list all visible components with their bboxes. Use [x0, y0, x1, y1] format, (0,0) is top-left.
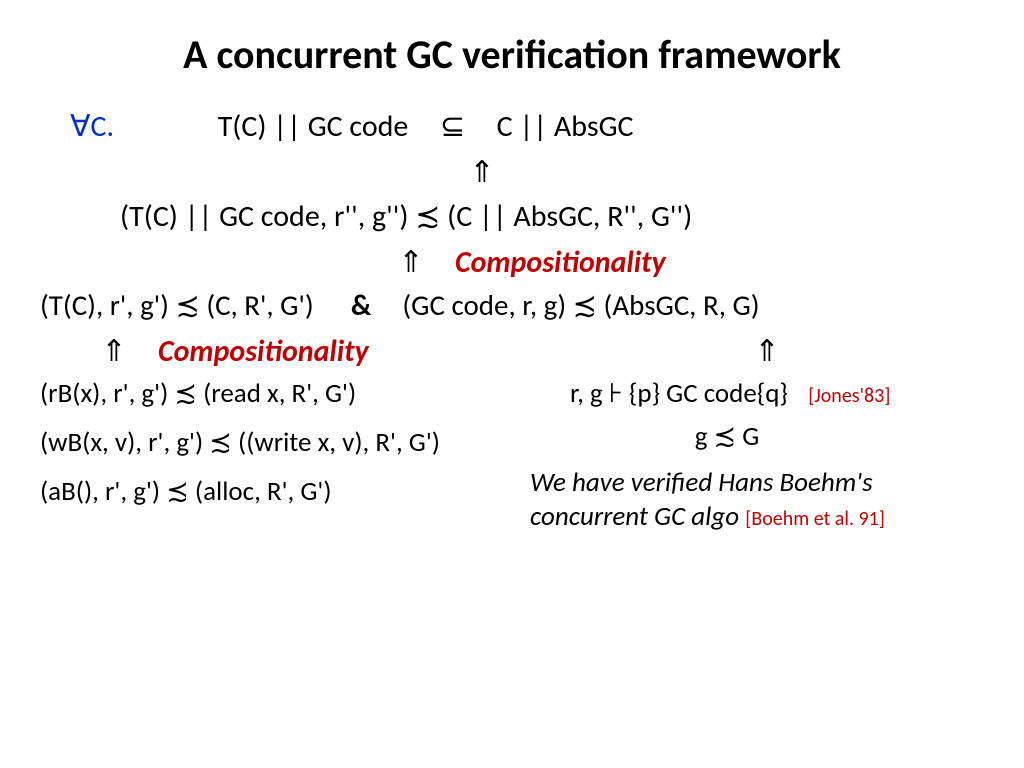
- gG-line: g ≾ G: [530, 419, 984, 454]
- line1-lhs: T(C) || GC code: [218, 108, 409, 145]
- rg-text: r, g ⊦ {p} GC code{q}: [570, 377, 788, 410]
- line-3: (T(C), r', g') ≾ (C, R', G') & (GC code,…: [40, 287, 984, 325]
- up-arrow-4: ⇑: [754, 333, 779, 370]
- ampersand: &: [351, 287, 371, 323]
- right-column: r, g ⊦ {p} GC code{q} [Jones'83] g ≾ G W…: [530, 376, 984, 534]
- left-column: (rB(x), r', g') ≾ (read x, R', G') (wB(x…: [40, 376, 500, 517]
- rb-line: (rB(x), r', g') ≾ (read x, R', G'): [40, 376, 500, 411]
- compositionality-label-2: Compositionality: [158, 333, 369, 370]
- rg-line: r, g ⊦ {p} GC code{q} [Jones'83]: [530, 376, 984, 411]
- compositionality-label-1: Compositionality: [455, 244, 666, 281]
- footnote: We have verified Hans Boehm's concurrent…: [530, 466, 984, 534]
- up-arrow-2: ⇑: [398, 244, 423, 281]
- up-arrow-1: ⇑: [469, 154, 494, 191]
- wb-line: (wB(x, v), r', g') ≾ ((write x, v), R', …: [40, 425, 500, 460]
- line3-left: (T(C), r', g') ≾ (C, R', G'): [40, 287, 314, 323]
- slide-title: A concurrent GC verification framework: [40, 30, 984, 79]
- ab-line: (aB(), r', g') ≾ (alloc, R', G'): [40, 474, 500, 509]
- line-1: ∀C. T(C) || GC code ⊆ C || AbsGC: [40, 107, 984, 146]
- forall-c: ∀C.: [70, 108, 114, 145]
- subset-symbol: ⊆: [440, 108, 465, 145]
- up-arrow-3: ⇑: [101, 333, 126, 370]
- boehm-cite: [Boehm et al. 91]: [745, 507, 885, 531]
- line1-rhs: C || AbsGC: [497, 108, 634, 145]
- line3-right: (GC code, r, g) ≾ (AbsGC, R, G): [402, 287, 759, 323]
- jones-cite: [Jones'83]: [808, 384, 890, 408]
- line-2: (T(C) || GC code, r'', g'') ≾ (C || AbsG…: [40, 197, 984, 236]
